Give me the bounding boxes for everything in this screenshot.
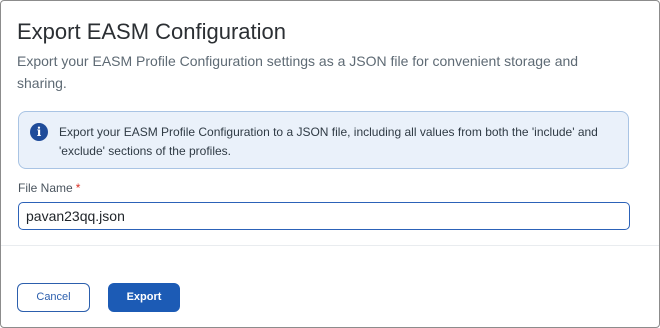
required-mark: * — [75, 181, 81, 195]
info-icon: i — [30, 123, 48, 141]
file-name-label: File Name * — [18, 180, 80, 196]
dialog-title: Export EASM Configuration — [17, 19, 287, 44]
file-name-label-text: File Name — [18, 181, 73, 195]
info-text: Export your EASM Profile Configuration t… — [59, 125, 598, 158]
info-banner: i Export your EASM Profile Configuration… — [18, 111, 629, 169]
export-button[interactable]: Export — [108, 283, 180, 312]
cancel-button[interactable]: Cancel — [17, 283, 90, 312]
export-dialog: Export EASM Configuration Export your EA… — [0, 0, 660, 328]
dialog-subtitle: Export your EASM Profile Configuration s… — [17, 53, 579, 91]
file-name-input[interactable] — [18, 202, 630, 230]
footer-divider — [1, 245, 659, 246]
